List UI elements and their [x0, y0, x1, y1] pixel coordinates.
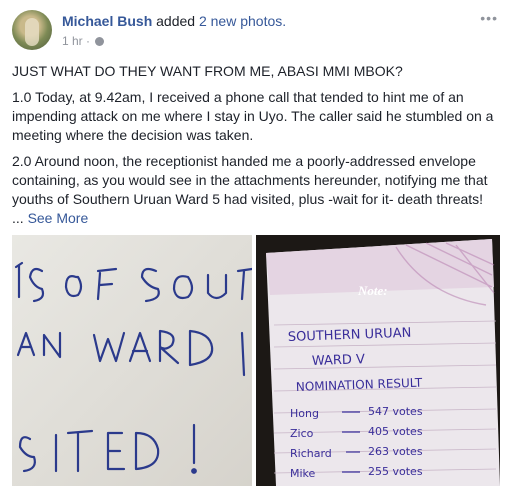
- note-name-2: Zico: [290, 427, 314, 440]
- post-header: Michael Bush added 2 new photos. 1 hr · …: [12, 10, 498, 52]
- photo-note[interactable]: Note: SOUTHERN URUAN WARD V NOMINATION R…: [256, 235, 500, 486]
- post-paragraph: 2.0 Around noon, the receptionist handed…: [12, 152, 500, 228]
- note-label: Note:: [357, 283, 388, 298]
- note-votes-2: 405 votes: [368, 425, 423, 438]
- note-name-3: Richard: [290, 447, 332, 460]
- note-name-4: Mike: [290, 467, 316, 480]
- photos-link[interactable]: 2 new photos.: [199, 13, 286, 29]
- post-time[interactable]: 1 hr: [62, 34, 83, 48]
- author-name[interactable]: Michael Bush: [62, 13, 152, 29]
- note-image: Note: SOUTHERN URUAN WARD V NOMINATION R…: [256, 235, 500, 486]
- see-more-link[interactable]: See More: [28, 210, 89, 226]
- author-avatar[interactable]: [12, 10, 52, 50]
- post-body: JUST WHAT DO THEY WANT FROM ME, ABASI MM…: [12, 62, 500, 235]
- note-votes-3: 263 votes: [368, 445, 423, 458]
- note-votes-4: 255 votes: [368, 465, 423, 478]
- post-action: added: [156, 13, 196, 29]
- envelope-image: [12, 235, 252, 486]
- ellipsis: ...: [12, 210, 24, 226]
- note-name-1: Hong: [290, 407, 319, 420]
- note-votes-1: 547 votes: [368, 405, 423, 418]
- post-meta: 1 hr ·: [62, 34, 105, 48]
- post-paragraph: 1.0 Today, at 9.42am, I received a phone…: [12, 89, 494, 143]
- globe-icon: [95, 37, 105, 46]
- post-paragraph-text: 2.0 Around noon, the receptionist handed…: [12, 153, 488, 207]
- photo-envelope[interactable]: [12, 235, 252, 486]
- ellipsis-icon[interactable]: •••: [480, 10, 498, 26]
- post-title-line: Michael Bush added 2 new photos.: [62, 13, 286, 29]
- photo-grid: Note: SOUTHERN URUAN WARD V NOMINATION R…: [12, 235, 500, 486]
- post-paragraph: JUST WHAT DO THEY WANT FROM ME, ABASI MM…: [12, 63, 403, 79]
- note-line-2: WARD V: [312, 352, 366, 369]
